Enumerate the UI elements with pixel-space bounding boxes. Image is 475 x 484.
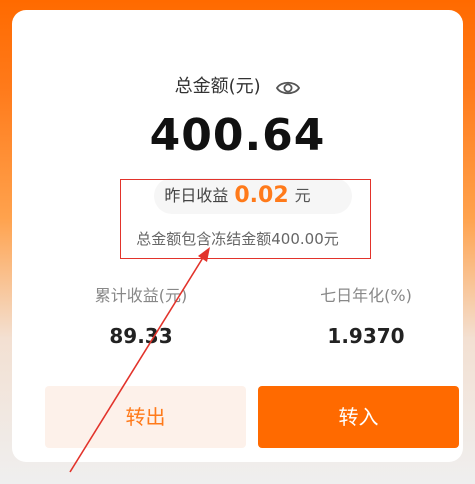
annotation-highlight-box [120,179,371,259]
seven-day-yield-value: 1.9370 [327,324,405,348]
cumulative-earnings-value: 89.33 [109,324,173,348]
total-amount-value: 400.64 [149,110,326,161]
cumulative-earnings-label: 累计收益(元) [94,286,188,305]
total-amount-label: 总金额(元) [174,76,261,97]
transfer-in-button[interactable]: 转入 [258,386,459,448]
transfer-out-button[interactable]: 转出 [45,386,246,448]
seven-day-yield-label: 七日年化(%) [320,286,412,305]
total-amount-header: 总金额(元) [12,74,463,105]
eye-icon[interactable] [276,79,301,105]
